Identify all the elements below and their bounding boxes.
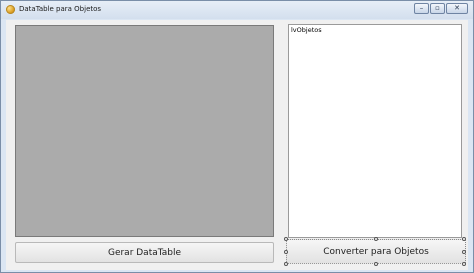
datagrid-panel[interactable] <box>15 25 274 237</box>
generate-datatable-button[interactable]: Gerar DataTable <box>15 242 274 263</box>
close-icon: ✕ <box>454 4 460 12</box>
maximize-icon: ▫ <box>435 4 440 12</box>
listview-label: lvObjetos <box>291 26 322 34</box>
convert-objects-button[interactable]: Converter para Objetos <box>286 239 466 264</box>
app-window: DataTable para Objetos – ▫ ✕ lvObjetos G… <box>0 0 474 273</box>
resize-handle[interactable] <box>462 237 466 241</box>
generate-datatable-label: Gerar DataTable <box>107 247 182 258</box>
close-button[interactable]: ✕ <box>446 3 468 14</box>
title-bar[interactable]: DataTable para Objetos – ▫ ✕ <box>1 1 473 19</box>
resize-handle[interactable] <box>462 262 466 266</box>
resize-handle[interactable] <box>284 262 288 266</box>
caption-buttons: – ▫ ✕ <box>414 3 468 14</box>
window-title: DataTable para Objetos <box>19 5 102 13</box>
minimize-button[interactable]: – <box>414 3 429 14</box>
resize-handle[interactable] <box>374 262 378 266</box>
resize-handle[interactable] <box>374 237 378 241</box>
app-icon[interactable] <box>6 5 15 14</box>
convert-objects-label: Converter para Objetos <box>323 246 429 257</box>
resize-handle[interactable] <box>462 250 466 254</box>
objects-listview[interactable]: lvObjetos <box>288 24 462 238</box>
resize-handle[interactable] <box>284 237 288 241</box>
minimize-icon: – <box>419 4 424 12</box>
resize-handle[interactable] <box>284 250 288 254</box>
client-area: lvObjetos Gerar DataTable Converter para… <box>6 20 468 270</box>
maximize-button[interactable]: ▫ <box>430 3 445 14</box>
